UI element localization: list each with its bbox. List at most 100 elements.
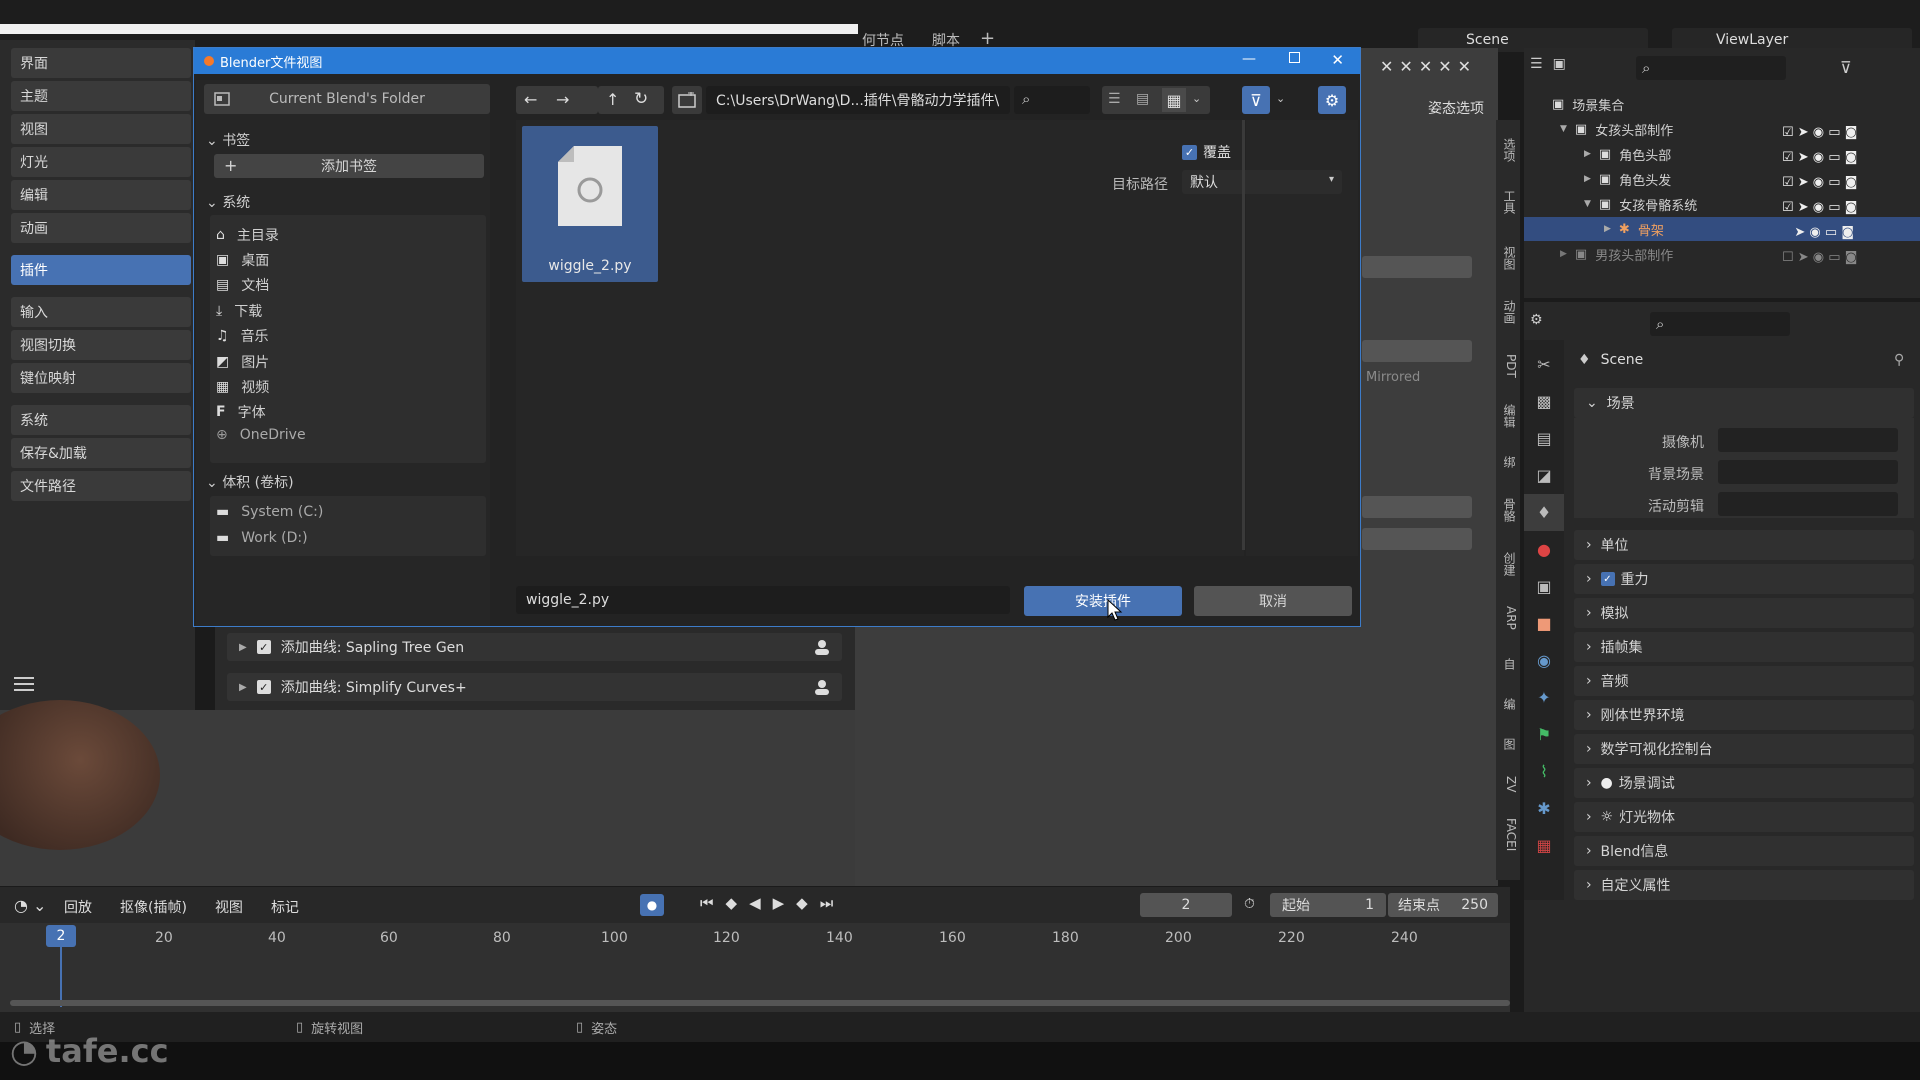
viewport-3d-lower[interactable] [0, 700, 855, 886]
expand-arrow-icon[interactable]: ▶ [239, 642, 247, 653]
background-scene-field[interactable] [1718, 460, 1898, 484]
path-field[interactable]: C:\Users\DrWang\D...插件\骨骼动力学插件\ [706, 86, 1010, 114]
pref-tab-viewport[interactable]: 视图 [11, 114, 191, 144]
math-vis-section[interactable]: › 数学可视化控制台 [1574, 734, 1914, 764]
splitter[interactable] [1242, 120, 1245, 550]
filter-icon[interactable]: ⊽ [1242, 86, 1270, 114]
viewport-field[interactable] [1362, 340, 1472, 362]
checkbox[interactable]: ✓ [256, 680, 271, 694]
menu-keying[interactable]: 抠像(插帧) [120, 897, 187, 917]
scene-debug-section[interactable]: › ● 场景调试 [1574, 768, 1914, 798]
pref-tab-lights[interactable]: 灯光 [11, 147, 191, 177]
side-tab[interactable]: 工具 [1498, 190, 1518, 214]
system-item-music[interactable]: ♫ 音乐 [216, 326, 269, 346]
close-icon[interactable]: ✕ [1419, 57, 1432, 76]
timeline-scrollbar[interactable] [10, 1000, 1510, 1006]
pref-tab-keymap[interactable]: 键位映射 [11, 363, 191, 393]
side-tab[interactable]: 编 [1498, 698, 1518, 710]
tool-tab-icon[interactable]: ✂ [1524, 346, 1564, 383]
pref-tab-navigation[interactable]: 视图切换 [11, 330, 191, 360]
side-tab[interactable]: 自 [1498, 658, 1518, 670]
gear-icon[interactable]: ⚙ [1318, 86, 1346, 114]
side-tab[interactable]: 创建 [1498, 552, 1518, 576]
outliner-search-input[interactable]: ⌕ [1636, 56, 1786, 80]
menu-view[interactable]: 视图 [215, 897, 243, 917]
end-frame-field[interactable]: 结束点 250 [1388, 893, 1498, 917]
list-view-icon[interactable]: ☰ [1108, 91, 1121, 107]
refresh-icon[interactable]: ↻ [634, 89, 648, 109]
bookmarks-header[interactable]: ⌄ 书签 [206, 130, 250, 150]
editor-type-icon[interactable]: ☰ [1530, 56, 1543, 72]
file-item[interactable]: wiggle_2.py [522, 126, 658, 282]
render-tab-icon[interactable]: ▩ [1524, 383, 1564, 420]
add-workspace-button[interactable]: + [980, 28, 995, 49]
side-tab[interactable]: FACEI [1498, 818, 1518, 851]
back-arrow-icon[interactable]: ← [524, 90, 537, 109]
world-tab-icon[interactable]: ● [1524, 531, 1564, 568]
pref-tab-system[interactable]: 系统 [11, 405, 191, 435]
light-objects-section[interactable]: › ☼ 灯光物体 [1574, 802, 1914, 832]
system-header[interactable]: ⌄ 系统 [206, 192, 250, 212]
system-item-pictures[interactable]: ◩ 图片 [216, 352, 269, 372]
timer-icon[interactable]: ⏱ [1244, 896, 1255, 912]
filename-input[interactable]: wiggle_2.py [516, 586, 1010, 614]
modifier-tab-icon[interactable]: ◉ [1524, 642, 1564, 679]
forward-arrow-icon[interactable]: → [556, 90, 569, 109]
dialog-title-bar[interactable]: Blender文件视图 — ✕ [194, 48, 1360, 74]
checkbox[interactable]: ✓ [1600, 572, 1615, 586]
maximize-icon[interactable] [1289, 52, 1300, 63]
pref-tab-editing[interactable]: 编辑 [11, 180, 191, 210]
close-icon[interactable]: ✕ [1458, 57, 1471, 76]
blend-info-section[interactable]: › Blend信息 [1574, 836, 1914, 866]
system-item-desktop[interactable]: ▣ 桌面 [216, 250, 269, 270]
side-tab[interactable]: ZV [1498, 776, 1518, 792]
jump-end-icon[interactable]: ⏭ [820, 894, 834, 912]
system-item-videos[interactable]: ▦ 视频 [216, 377, 269, 397]
pref-tab-save-load[interactable]: 保存&加载 [11, 438, 191, 468]
constraints-tab-icon[interactable]: ⌇ [1524, 753, 1564, 790]
expand-arrow-icon[interactable]: ▶ [1604, 224, 1611, 234]
expand-arrow-icon[interactable]: ▼ [1560, 124, 1567, 134]
texture-tab-icon[interactable]: ▦ [1524, 827, 1564, 864]
current-folder-button[interactable]: Current Blend's Folder [204, 84, 490, 114]
close-icon[interactable]: ✕ [1380, 57, 1393, 76]
pref-tab-theme[interactable]: 主题 [11, 81, 191, 111]
add-bookmark-button[interactable]: + 添加书签 [214, 154, 484, 178]
overwrite-option[interactable]: ✓ 覆盖 [1182, 142, 1231, 162]
scene-section-header[interactable]: ⌄ 场景 [1574, 388, 1914, 418]
side-tab[interactable]: 编辑 [1498, 404, 1518, 428]
addon-row[interactable]: ▶ ✓ 添加曲线: Simplify Curves+ [227, 673, 842, 701]
custom-props-section[interactable]: › 自定义属性 [1574, 870, 1914, 900]
filter-icon[interactable]: ⊽ [1840, 58, 1852, 77]
pin-icon[interactable]: ⚲ [1894, 352, 1904, 368]
close-icon[interactable]: ✕ [1438, 57, 1451, 76]
volume-item-c[interactable]: ▬ System (C:) [216, 504, 323, 520]
pref-tab-interface[interactable]: 界面 [11, 48, 191, 78]
pref-tab-addons[interactable]: 插件 [11, 255, 191, 285]
system-item-downloads[interactable]: ⤓ 下载 [216, 301, 262, 321]
play-icon[interactable]: ▶ [773, 894, 785, 912]
start-frame-field[interactable]: 起始 1 [1270, 893, 1386, 917]
system-item-home[interactable]: ⌂ 主目录 [216, 225, 279, 245]
viewport-field[interactable] [1362, 528, 1472, 550]
pose-options-menu[interactable]: 姿态选项 [1428, 98, 1484, 118]
close-icon[interactable]: ✕ [1331, 51, 1344, 69]
chevron-down-icon[interactable]: ⌄ [1276, 92, 1285, 105]
object-tab-icon[interactable]: ■ [1524, 605, 1564, 642]
side-tab[interactable]: 动画 [1498, 300, 1518, 324]
next-key-icon[interactable]: ◆ [796, 894, 808, 912]
side-tab[interactable]: 图 [1498, 738, 1518, 750]
properties-search-input[interactable]: ⌕ [1650, 312, 1790, 336]
viewport-field[interactable] [1362, 256, 1472, 278]
pref-tab-input[interactable]: 输入 [11, 297, 191, 327]
minimize-icon[interactable]: — [1242, 51, 1256, 67]
checkbox[interactable]: ✓ [256, 640, 271, 654]
target-path-select[interactable]: 默认 ▾ [1182, 170, 1342, 194]
particles-tab-icon[interactable]: ✦ [1524, 679, 1564, 716]
pref-tab-animation[interactable]: 动画 [11, 213, 191, 243]
volumes-header[interactable]: ⌄ 体积 (卷标) [206, 472, 294, 492]
side-tab[interactable]: 骨骼 [1498, 498, 1518, 522]
units-section[interactable]: › 单位 [1574, 530, 1914, 560]
output-tab-icon[interactable]: ▤ [1524, 420, 1564, 457]
scene-tab-icon[interactable]: ♦ [1524, 494, 1564, 531]
